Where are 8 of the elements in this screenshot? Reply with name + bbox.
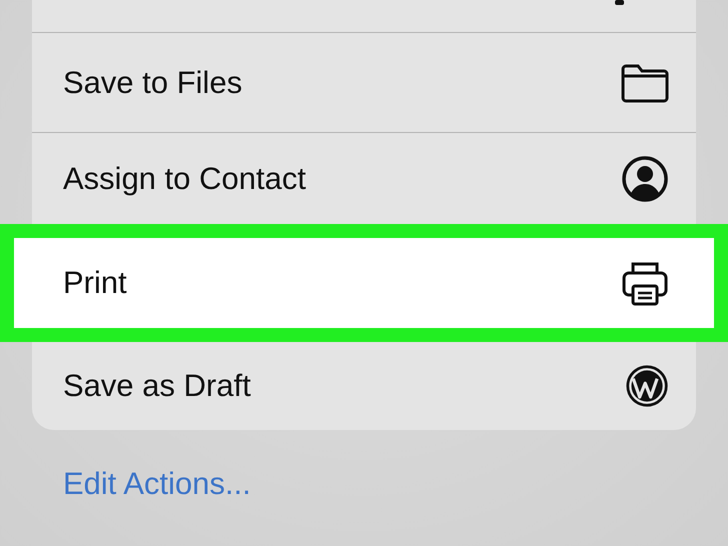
action-row[interactable]: Save as Draft	[32, 342, 696, 430]
action-row[interactable]: Assign to Contact	[32, 133, 696, 224]
wordpress-logo-icon	[625, 364, 669, 408]
folder-icon	[621, 62, 669, 102]
action-row[interactable]: Save to Files	[32, 33, 696, 133]
cut-off-icon	[615, 0, 624, 5]
person-circle-icon	[621, 154, 669, 202]
action-row[interactable]: Print	[0, 224, 728, 342]
